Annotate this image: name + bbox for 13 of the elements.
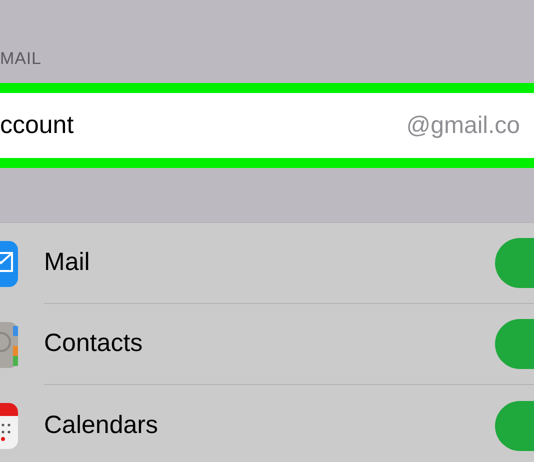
- service-label: Calendars: [44, 410, 158, 441]
- service-label: Mail: [44, 247, 90, 278]
- toggle-switch[interactable]: [495, 319, 534, 369]
- section-header: MAIL: [0, 48, 42, 70]
- toggle-switch[interactable]: [495, 238, 534, 288]
- toggle-switch[interactable]: [495, 400, 534, 450]
- account-label: ccount: [0, 110, 74, 141]
- calendar-app-icon: [0, 402, 19, 448]
- service-label: Contacts: [44, 328, 143, 360]
- account-row[interactable]: ccount @gmail.co: [0, 83, 534, 168]
- contacts-app-icon: [0, 322, 19, 368]
- account-email: @gmail.co: [406, 110, 521, 140]
- envelope-app-icon: [0, 240, 19, 286]
